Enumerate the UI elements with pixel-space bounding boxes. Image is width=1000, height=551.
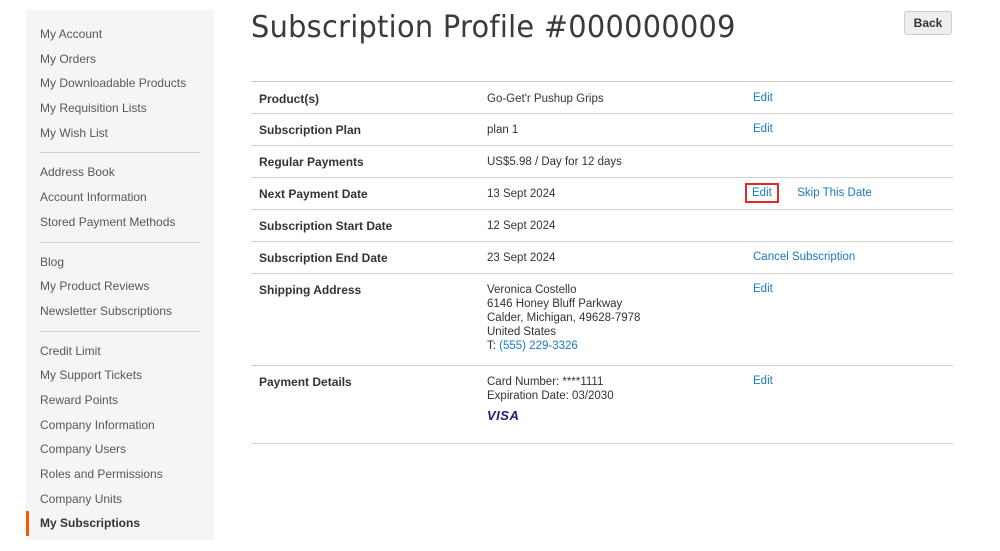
sidebar-item-company-users[interactable]: Company Users [26,437,214,462]
sidebar-item-blog[interactable]: Blog [26,250,214,275]
sidebar-item-my-subscriptions[interactable]: My Subscriptions [26,511,214,537]
table-row-next-payment-date: Next Payment Date 13 Sept 2024 Edit Skip… [251,178,953,210]
sidebar-item-roles-and-permissions[interactable]: Roles and Permissions [26,462,214,487]
row-actions: Edit [753,123,773,135]
phone-link[interactable]: (555) 229-3326 [499,340,578,352]
table-row-product: Product(s) Go-Get'r Pushup Grips Edit [251,82,953,114]
row-value: US$5.98 / Day for 12 days [487,156,622,168]
table-row-plan: Subscription Plan plan 1 Edit [251,114,953,146]
edit-shipping-address-link[interactable]: Edit [753,283,773,295]
sidebar-item-wish-list[interactable]: My Wish List [26,121,214,146]
sidebar-item-my-orders[interactable]: My Orders [26,47,214,72]
edit-plan-link[interactable]: Edit [753,123,773,135]
address-street: 6146 Honey Bluff Parkway [487,298,623,310]
row-label: Subscription Plan [259,123,362,137]
sidebar-group-company: Credit Limit My Support Tickets Reward P… [26,339,214,537]
row-label: Next Payment Date [259,187,368,201]
row-label: Shipping Address [259,283,362,297]
address-country: United States [487,326,557,338]
sidebar-group-content: Blog My Product Reviews Newsletter Subsc… [26,250,214,324]
sidebar-divider [40,152,200,154]
row-actions: Edit Skip This Date [745,183,872,203]
row-label: Payment Details [259,375,352,389]
card-expiration: Expiration Date: 03/2030 [487,390,614,402]
row-actions: Cancel Subscription [753,251,855,263]
sidebar-item-stored-payment-methods[interactable]: Stored Payment Methods [26,210,214,235]
skip-this-date-link[interactable]: Skip This Date [797,187,872,199]
sidebar-item-account-information[interactable]: Account Information [26,185,214,210]
sidebar-item-requisition-lists[interactable]: My Requisition Lists [26,96,214,121]
page-title: Subscription Profile #000000009 [251,10,736,45]
address-city: Calder, Michigan, 49628-7978 [487,312,641,324]
table-row-end-date: Subscription End Date 23 Sept 2024 Cance… [251,242,953,274]
row-value: 23 Sept 2024 [487,252,556,264]
account-sidebar: My Account My Orders My Downloadable Pro… [26,10,214,540]
sidebar-item-company-units[interactable]: Company Units [26,487,214,512]
row-label: Subscription End Date [259,251,388,265]
table-row-shipping-address: Shipping Address Veronica Costello 6146 … [251,274,953,366]
row-label: Product(s) [259,92,319,106]
edit-payment-details-link[interactable]: Edit [753,375,773,387]
table-row-start-date: Subscription Start Date 12 Sept 2024 [251,210,953,242]
sidebar-group-account: My Account My Orders My Downloadable Pro… [26,22,214,145]
payment-details: Card Number: ****1111 Expiration Date: 0… [487,375,614,424]
row-actions: Edit [753,283,773,295]
table-row-payment-details: Payment Details Card Number: ****1111 Ex… [251,366,953,444]
sidebar-item-newsletter-subscriptions[interactable]: Newsletter Subscriptions [26,299,214,324]
card-number: Card Number: ****1111 [487,376,604,388]
phone-prefix: T: [487,340,500,352]
edit-product-link[interactable]: Edit [753,92,773,104]
sidebar-item-company-information[interactable]: Company Information [26,413,214,438]
shipping-address: Veronica Costello 6146 Honey Bluff Parkw… [487,283,640,353]
sidebar-item-reward-points[interactable]: Reward Points [26,388,214,413]
address-phone: T: (555) 229-3326 [487,339,640,353]
row-value: 13 Sept 2024 [487,188,556,200]
row-label: Regular Payments [259,155,364,169]
visa-logo-icon: VISA [487,408,520,423]
table-row-regular-payments: Regular Payments US$5.98 / Day for 12 da… [251,146,953,178]
row-value: 12 Sept 2024 [487,220,556,232]
row-label: Subscription Start Date [259,219,393,233]
sidebar-item-downloadable-products[interactable]: My Downloadable Products [26,71,214,96]
cancel-subscription-link[interactable]: Cancel Subscription [753,251,855,263]
row-actions: Edit [753,375,773,387]
sidebar-item-support-tickets[interactable]: My Support Tickets [26,363,214,388]
row-actions: Edit [753,92,773,104]
sidebar-item-address-book[interactable]: Address Book [26,160,214,185]
sidebar-item-my-account[interactable]: My Account [26,22,214,47]
back-button[interactable]: Back [904,11,952,35]
edit-next-payment-date-link[interactable]: Edit [745,183,779,203]
sidebar-divider [40,241,200,243]
sidebar-divider [40,330,200,332]
product-link[interactable]: Go-Get'r Pushup Grips [487,92,604,106]
row-value: plan 1 [487,124,519,136]
address-name: Veronica Costello [487,284,577,296]
sidebar-group-addresses: Address Book Account Information Stored … [26,160,214,234]
sidebar-item-credit-limit[interactable]: Credit Limit [26,339,214,364]
sidebar-item-product-reviews[interactable]: My Product Reviews [26,274,214,299]
subscription-details-table: Product(s) Go-Get'r Pushup Grips Edit Su… [251,81,953,444]
